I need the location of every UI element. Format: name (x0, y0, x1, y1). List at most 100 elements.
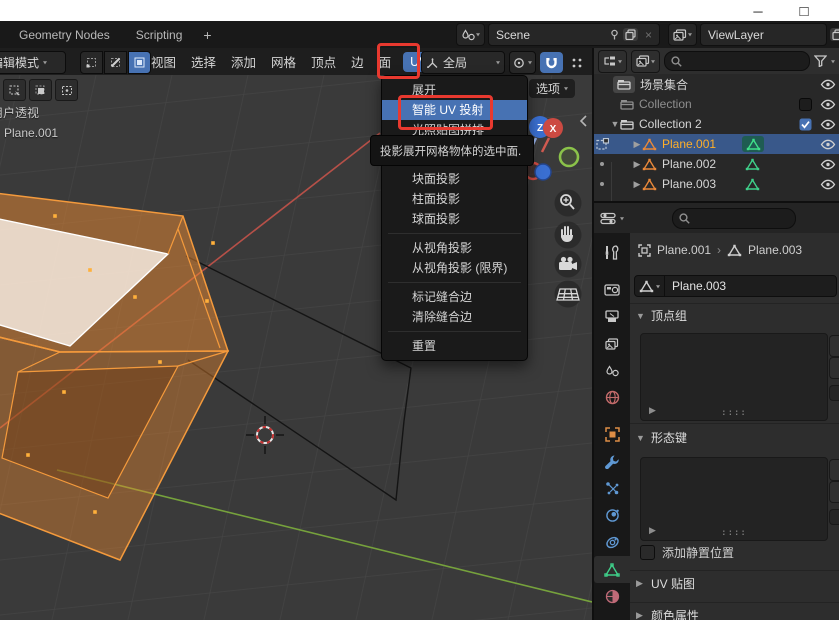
blender-window: ─ □ Geometry Nodes Scripting + ▾ Scene × (0, 0, 839, 620)
scene-name-field[interactable]: Scene × (488, 23, 660, 46)
hide-eye-icon[interactable] (820, 159, 836, 170)
workspace-tab-scripting[interactable]: Scripting (123, 21, 196, 48)
vertex-groups-panel-header[interactable]: ▼ 顶点组 (636, 307, 687, 324)
snap-target-dropdown[interactable]: ▾ (509, 51, 536, 74)
viewport-menu-6[interactable]: 边 (348, 50, 367, 73)
add-shape-key-button[interactable] (829, 459, 839, 481)
shape-keys-list[interactable]: ▶ :::: (640, 457, 828, 541)
vertex-groups-list[interactable]: ▶ :::: (640, 333, 828, 421)
outliner-row-plane-002[interactable]: ▶Plane.002 (594, 154, 839, 174)
properties-tab-particles[interactable] (594, 475, 630, 502)
properties-search-input[interactable] (672, 208, 796, 229)
mode-dropdown[interactable]: 编辑模式 ▾ (0, 51, 66, 74)
properties-tab-modifiers[interactable] (594, 448, 630, 475)
hide-eye-icon[interactable] (820, 99, 836, 110)
edit-mode-icon (595, 138, 609, 151)
expand-toggle[interactable]: ▶ (632, 179, 642, 190)
viewport-menu-1[interactable]: 视图 (148, 50, 179, 73)
outliner-row-collection-2[interactable]: ▼Collection 2 (594, 114, 839, 134)
pin-icon[interactable] (609, 29, 620, 40)
uv-menu-item-9[interactable]: 从视角投影 (382, 238, 527, 258)
viewport-menu-2[interactable]: 选择 (188, 50, 219, 73)
color-attributes-panel-header[interactable]: ▶ 颜色属性 (636, 607, 699, 620)
properties-tab-world[interactable] (594, 384, 630, 411)
properties-tab-material[interactable] (594, 583, 630, 610)
new-scene-button[interactable] (623, 28, 638, 41)
uv-menu-item-7[interactable]: 球面投影 (382, 209, 527, 229)
exclude-checkbox[interactable] (799, 118, 812, 131)
properties-tab-object-data[interactable] (594, 556, 630, 583)
select-subtract-button[interactable] (55, 79, 78, 101)
workspace-tab-geometry-nodes[interactable]: Geometry Nodes (6, 21, 123, 48)
viewlayer-name-field[interactable]: ViewLayer (700, 23, 827, 46)
uv-menu-item-5[interactable]: 块面投影 (382, 169, 527, 189)
outliner-row-plane-001[interactable]: ▶Plane.001 (594, 134, 839, 154)
uv-menu-item-13[interactable]: 清除缝合边 (382, 307, 527, 327)
breadcrumb-data[interactable]: Plane.003 (748, 243, 802, 257)
breadcrumb-object[interactable]: Plane.001 (657, 243, 711, 257)
hide-eye-icon[interactable] (820, 179, 836, 190)
outliner-row--[interactable]: 场景集合 (594, 74, 839, 94)
remove-shape-key-button[interactable] (829, 481, 839, 503)
vertex-group-specials-button[interactable] (829, 385, 839, 401)
outliner-display-mode-dropdown[interactable]: ▾ (598, 50, 627, 73)
properties-tab-render[interactable] (594, 276, 630, 303)
properties-tab-tool[interactable] (594, 239, 630, 266)
transform-orientation-dropdown[interactable]: 全局 ▾ (421, 51, 505, 74)
uv-menu-item-6[interactable]: 柱面投影 (382, 189, 527, 209)
viewport-menu-4[interactable]: 网格 (268, 50, 299, 73)
uv-menu-item-0[interactable]: 展开 (382, 80, 527, 100)
uv-menu-item-10[interactable]: 从视角投影 (限界) (382, 258, 527, 278)
outliner-search-input[interactable] (664, 51, 810, 71)
properties-tab-scene[interactable] (594, 357, 630, 384)
remove-vertex-group-button[interactable] (829, 357, 839, 379)
menu-item-smart-uv-project[interactable]: 智能 UV 投射 (382, 100, 527, 120)
scene-browse-button[interactable]: ▾ (456, 23, 485, 46)
exclude-checkbox[interactable] (799, 98, 812, 111)
properties-tab-object[interactable] (594, 421, 630, 448)
vertex-select-button[interactable] (80, 51, 103, 74)
uv-maps-panel-header[interactable]: ▶ UV 贴图 (636, 575, 695, 592)
expand-toggle[interactable]: ▶ (632, 159, 642, 170)
shape-key-specials-button[interactable] (829, 509, 839, 525)
viewport-options-button[interactable]: 选项 ▾ (529, 79, 575, 98)
select-new-button[interactable] (3, 79, 26, 101)
viewport-menu-7[interactable]: 面 (376, 50, 395, 73)
edge-select-button[interactable] (104, 51, 127, 74)
mesh-data-icon (727, 244, 742, 257)
expand-toggle[interactable]: ▶ (632, 139, 642, 150)
shape-keys-panel-header[interactable]: ▼ 形态键 (636, 429, 687, 446)
hide-eye-icon[interactable] (820, 119, 836, 130)
viewport-menu-5[interactable]: 顶点 (308, 50, 339, 73)
add-vertex-group-button[interactable] (829, 335, 839, 357)
properties-editor-icon[interactable] (600, 212, 616, 225)
new-viewlayer-button[interactable] (830, 28, 839, 41)
uv-menu-item-15[interactable]: 重置 (382, 336, 527, 356)
hide-eye-icon[interactable] (820, 79, 836, 90)
outliner-filter-mode-dropdown[interactable]: ▾ (631, 50, 660, 73)
gizmo-x-axis: X (550, 124, 557, 135)
window-maximize-button[interactable]: □ (795, 3, 813, 19)
outliner-row-plane-003[interactable]: ▶Plane.003 (594, 174, 839, 194)
outliner-row-collection[interactable]: Collection (594, 94, 839, 114)
properties-tab-output[interactable] (594, 303, 630, 330)
snap-toggle-button[interactable] (540, 52, 563, 73)
add-workspace-button[interactable]: + (195, 27, 219, 43)
resize-grip[interactable]: :::: (721, 408, 747, 418)
viewport-menu-3[interactable]: 添加 (228, 50, 259, 73)
datablock-name-field[interactable]: ▾ Plane.003 (634, 275, 837, 297)
viewlayer-browse-button[interactable]: ▾ (668, 23, 697, 46)
properties-tab-constraints[interactable] (594, 529, 630, 556)
expand-toggle[interactable]: ▼ (610, 119, 620, 129)
properties-tab-physics[interactable] (594, 502, 630, 529)
select-extend-button[interactable] (29, 79, 52, 101)
window-minimize-button[interactable]: ─ (749, 3, 767, 19)
rest-position-checkbox[interactable] (640, 545, 655, 560)
uv-menu-item-12[interactable]: 标记缝合边 (382, 287, 527, 307)
filter-icon[interactable] (814, 55, 827, 67)
proportional-editing-button[interactable] (567, 52, 587, 73)
hide-eye-icon[interactable] (820, 139, 836, 150)
properties-tab-view-layer[interactable] (594, 330, 630, 357)
resize-grip[interactable]: :::: (721, 528, 747, 538)
unlink-scene-button[interactable]: × (641, 28, 656, 42)
